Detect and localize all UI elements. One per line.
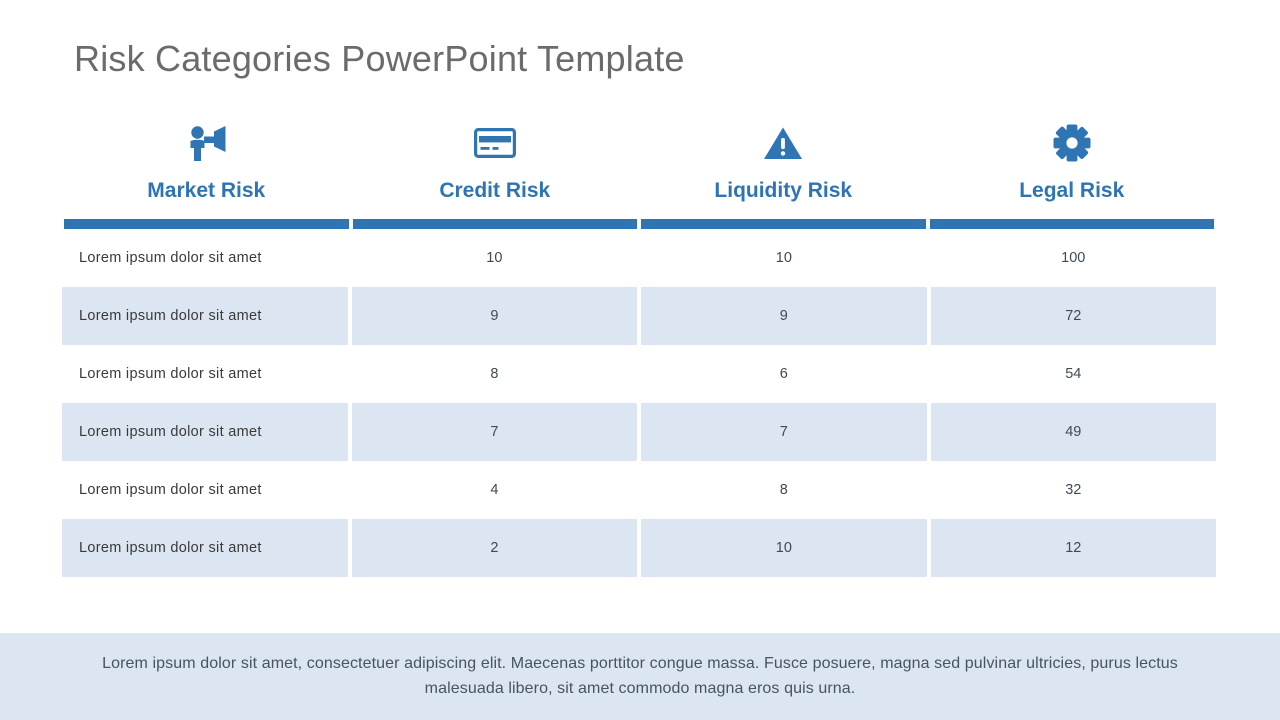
credit-risk-cell: 2 [351,519,638,577]
legal-risk-cell: 100 [930,229,1216,287]
table-column-credit-risk[interactable]: Credit Risk [351,122,640,229]
liquidity-risk-cell: 9 [641,287,927,345]
credit-risk-cell: 9 [351,287,638,345]
table-header-row: Market Risk Credit Risk Liquidity Risk L… [62,122,1216,229]
warning-triangle-icon [763,122,803,164]
column-header-bar [929,219,1214,229]
legal-risk-cell: 54 [930,345,1216,403]
credit-risk-cell: 7 [351,403,638,461]
liquidity-risk-cell: 10 [641,519,927,577]
person-megaphone-icon [184,122,228,164]
row-label-cell: Lorem ipsum dolor sit amet [62,519,348,577]
credit-risk-cell: 4 [351,461,638,519]
row-label-cell: Lorem ipsum dolor sit amet [62,403,348,461]
risk-categories-table: Market Risk Credit Risk Liquidity Risk L… [62,122,1216,577]
legal-risk-cell: 12 [930,519,1216,577]
row-label-cell: Lorem ipsum dolor sit amet [62,345,348,403]
legal-risk-cell: 72 [930,287,1216,345]
column-header-label: Legal Risk [1019,179,1125,202]
column-header-label: Credit Risk [439,179,551,202]
column-header-bar [641,219,926,229]
legal-risk-cell: 32 [930,461,1216,519]
column-header-label: Liquidity Risk [714,179,853,202]
gear-icon [1053,122,1091,164]
credit-risk-cell: 10 [351,229,638,287]
credit-risk-cell: 8 [351,345,638,403]
table-column-market-risk[interactable]: Market Risk [62,122,351,229]
liquidity-risk-cell: 8 [641,461,927,519]
liquidity-risk-cell: 6 [641,345,927,403]
table-row[interactable]: Lorem ipsum dolor sit amet 2 10 12 [62,519,1216,577]
liquidity-risk-cell: 7 [641,403,927,461]
table-row[interactable]: Lorem ipsum dolor sit amet 7 7 49 [62,403,1216,461]
row-label-cell: Lorem ipsum dolor sit amet [62,229,348,287]
table-column-legal-risk[interactable]: Legal Risk [928,122,1217,229]
table-row[interactable]: Lorem ipsum dolor sit amet 8 6 54 [62,345,1216,403]
table-row[interactable]: Lorem ipsum dolor sit amet 9 9 72 [62,287,1216,345]
credit-card-icon [473,122,516,164]
page-title: Risk Categories PowerPoint Template [74,38,685,79]
row-label-cell: Lorem ipsum dolor sit amet [62,461,348,519]
table-row[interactable]: Lorem ipsum dolor sit amet 4 8 32 [62,461,1216,519]
column-header-label: Market Risk [147,179,266,202]
row-label-cell: Lorem ipsum dolor sit amet [62,287,348,345]
liquidity-risk-cell: 10 [641,229,927,287]
legal-risk-cell: 49 [930,403,1216,461]
column-header-bar [64,219,349,229]
footer-text: Lorem ipsum dolor sit amet, consectetuer… [102,654,1178,697]
table-body: Lorem ipsum dolor sit amet 10 10 100 Lor… [62,229,1216,577]
column-header-bar [352,219,637,229]
table-row[interactable]: Lorem ipsum dolor sit amet 10 10 100 [62,229,1216,287]
table-column-liquidity-risk[interactable]: Liquidity Risk [639,122,928,229]
footer-band: Lorem ipsum dolor sit amet, consectetuer… [0,633,1280,720]
